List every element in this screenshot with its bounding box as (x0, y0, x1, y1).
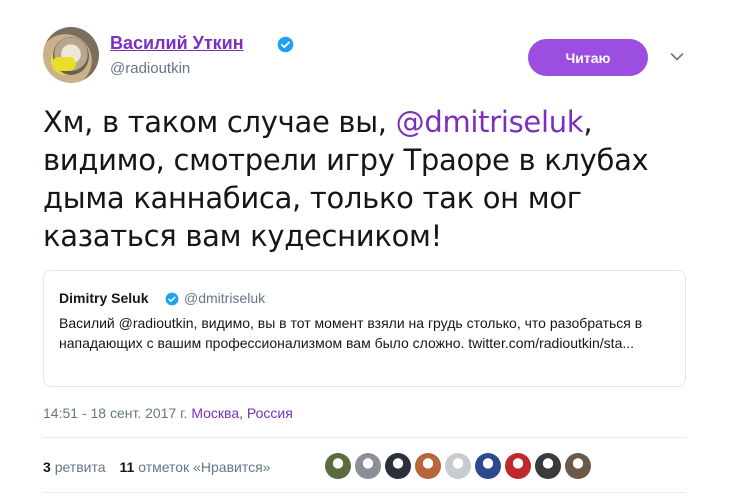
divider (43, 492, 686, 493)
quoted-author-name: Dimitry Seluk (59, 290, 149, 306)
liker-avatar[interactable] (385, 453, 411, 479)
tweet-meta: 14:51 - 18 сент. 2017 г. Москва, Россия (43, 405, 293, 421)
liker-avatars (325, 453, 595, 479)
follow-button[interactable]: Читаю (528, 39, 648, 76)
verified-badge-icon (165, 292, 179, 306)
likes-stat[interactable]: 11 отметок «Нравится» (120, 459, 271, 475)
author-avatar[interactable] (43, 27, 99, 83)
likes-count: 11 (119, 459, 135, 475)
liker-avatar[interactable] (505, 453, 531, 479)
quoted-tweet-text: Василий @radioutkin, видимо, вы в тот мо… (59, 315, 643, 351)
tweet-card: Василий Уткин @radioutkin Читаю Хм, в та… (0, 0, 730, 497)
mention-link[interactable]: @dmitriseluk (396, 105, 584, 139)
location-link[interactable]: Москва, Россия (191, 405, 293, 421)
divider (43, 437, 686, 438)
liker-avatar[interactable] (535, 453, 561, 479)
tweet-text: Хм, в таком случае вы, @dmitriseluk, вид… (43, 103, 683, 255)
retweets-count: 3 (43, 459, 51, 475)
retweets-stat[interactable]: 3 ретвита (43, 459, 106, 475)
chevron-down-icon[interactable] (670, 52, 684, 62)
author-name[interactable]: Василий Уткин (110, 33, 244, 54)
quoted-author-handle: @dmitriseluk (184, 290, 266, 306)
retweets-label: ретвита (54, 459, 106, 475)
likes-label: отметок «Нравится» (138, 459, 271, 475)
liker-avatar[interactable] (325, 453, 351, 479)
liker-avatar[interactable] (475, 453, 501, 479)
liker-avatar[interactable] (415, 453, 441, 479)
verified-badge-icon (277, 36, 294, 53)
liker-avatar[interactable] (445, 453, 471, 479)
liker-avatar[interactable] (565, 453, 591, 479)
tweet-stats: 3 ретвита 11 отметок «Нравится» (43, 459, 270, 475)
avatar-mask (52, 57, 76, 71)
author-handle[interactable]: @radioutkin (110, 60, 190, 77)
tweet-text-part: Хм, в таком случае вы, (43, 105, 396, 139)
liker-avatar[interactable] (355, 453, 381, 479)
quoted-tweet[interactable]: Dimitry Seluk @dmitriseluk Василий @radi… (43, 270, 686, 387)
timestamp[interactable]: 14:51 - 18 сент. 2017 г. (43, 405, 187, 421)
